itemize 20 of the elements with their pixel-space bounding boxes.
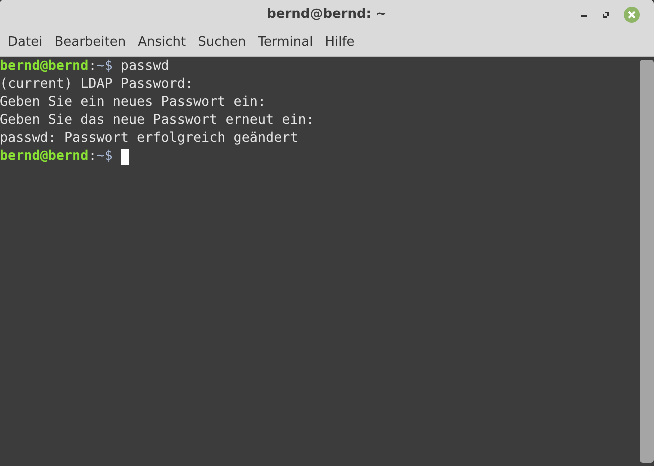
prompt-path: ~$ [96, 58, 113, 76]
prompt-separator: : [88, 148, 97, 166]
prompt-user: bernd@bernd [0, 148, 89, 166]
restore-icon[interactable] [602, 10, 610, 18]
menu-item[interactable]: Datei [2, 32, 49, 53]
output-line: Geben Sie das neue Passwort erneut ein: [0, 112, 314, 130]
menu-item[interactable]: Bearbeiten [48, 32, 132, 53]
scrollbar-thumb[interactable] [640, 60, 654, 463]
prompt-user: bernd@bernd [0, 58, 89, 76]
command-text: passwd [120, 58, 170, 76]
prompt-path: ~$ [96, 148, 113, 166]
output-line: passwd: Passwort erfolgreich geändert [0, 130, 298, 148]
output-line: (current) LDAP Password: [0, 76, 194, 94]
window-title: bernd@bernd: ~ [267, 7, 387, 22]
menu-item[interactable]: Terminal [252, 32, 320, 53]
menu-item[interactable]: Ansicht [132, 32, 192, 53]
menu-item[interactable]: Hilfe [319, 32, 361, 53]
output-line: Geben Sie ein neues Passwort ein: [0, 94, 266, 112]
prompt-separator: : [88, 58, 97, 76]
menu-item[interactable]: Suchen [192, 32, 252, 53]
